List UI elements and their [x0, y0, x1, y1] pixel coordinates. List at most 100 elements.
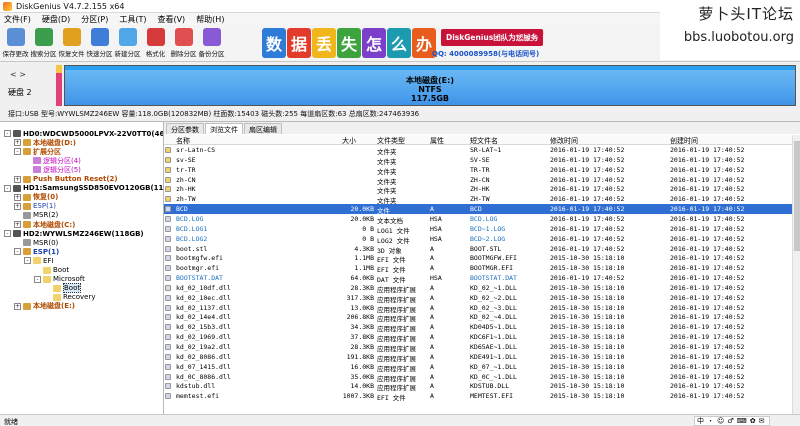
toolbar-button-6[interactable]: 删除分区 — [170, 25, 197, 59]
table-row[interactable]: sv-SE 文件夹 SV-SE 2016-01-19 17:40:52 2016-01-… — [164, 155, 794, 166]
cell-mtime: 2015-10-30 15:18:10 — [550, 303, 625, 312]
table-row[interactable]: kd_02_8086.dll 191.8KB 应用程序扩展 A KDE491~1.DLL… — [164, 352, 794, 363]
table-row[interactable]: tr-TR 文件夹 TR-TR 2016-01-19 17:40:52 2016-01-… — [164, 165, 794, 176]
table-row[interactable]: kd_02_15b3.dll 34.3KB 应用程序扩展 A KD04D5~1.DLL 2… — [164, 322, 794, 333]
table-row[interactable]: bootmgfw.efi 1.1MB EFI 文件 A BOOTMGFW.EFI 2015… — [164, 253, 794, 264]
partition-size: 117.5GB — [411, 94, 449, 103]
ime-icon-1[interactable]: ・ — [707, 416, 714, 426]
tree-node[interactable]: + 恢复(0) — [14, 193, 58, 202]
ime-icon-0[interactable]: 中 — [697, 416, 704, 426]
table-row[interactable]: zh-HK 文件夹 ZH-HK 2016-01-19 17:40:52 2016-01-… — [164, 184, 794, 195]
table-row[interactable]: BCD 20.0KB 文件 A BCD 2016-01-19 17:40:52 2016-0… — [164, 204, 794, 215]
tree-node[interactable]: - EFI — [24, 256, 54, 265]
menu-item-5[interactable]: 帮助(H) — [196, 14, 224, 25]
menu-item-2[interactable]: 分区(P) — [81, 14, 108, 25]
table-row[interactable]: BOOTSTAT.DAT 64.0KB DAT 文件 HSA BOOTSTAT.DAT 2… — [164, 273, 794, 284]
expand-toggle-icon[interactable]: - — [4, 184, 11, 192]
ad-banner[interactable]: 数据丢失怎么办 DiskGenius团队为您服务 电话: 400-008-995… — [262, 25, 560, 61]
toolbar-button-1[interactable]: 搜索分区 — [30, 25, 57, 59]
file-icon — [165, 304, 171, 311]
table-row[interactable]: BCD.LOG2 0 B LOG2 文件 HSA BCD~2.LOG 2016-01-19… — [164, 234, 794, 245]
expand-toggle-icon[interactable]: + — [14, 139, 21, 147]
disk-nav-arrows[interactable]: < > — [10, 70, 26, 79]
tree-node[interactable]: MSR(0) — [14, 238, 58, 247]
expand-toggle-icon[interactable]: - — [34, 275, 41, 283]
tree-node[interactable]: - ESP(1) — [14, 247, 59, 256]
partition-msr-block[interactable] — [56, 65, 62, 73]
small-partition-strip[interactable] — [56, 65, 62, 106]
table-row[interactable]: kdstub.dll 14.0KB 应用程序扩展 A KDSTUB.DLL 2015-10… — [164, 381, 794, 392]
partition-fs: NTFS — [418, 85, 442, 94]
cell-name: sv-SE — [176, 155, 196, 164]
toolbar-button-4[interactable]: 新建分区 — [114, 25, 141, 59]
ime-icon-4[interactable]: ⌨ — [737, 417, 747, 425]
tree-node[interactable]: - HD2:WYWLSMZ246EW(118GB) — [4, 229, 144, 238]
table-row[interactable]: kd_07_1415.dll 16.0KB 应用程序扩展 A KD_07_~1.DLL 2… — [164, 362, 794, 373]
ime-icon-5[interactable]: ✿ — [750, 417, 756, 425]
partition-esp-block[interactable] — [56, 73, 62, 106]
table-row[interactable]: kd_0C_8086.dll 35.0KB 应用程序扩展 A KD_0C_~1.DLL 2… — [164, 372, 794, 383]
expand-toggle-icon[interactable]: + — [14, 175, 21, 183]
cell-ctime: 2016-01-19 17:40:52 — [670, 214, 745, 223]
menu-item-0[interactable]: 文件(F) — [4, 14, 31, 25]
table-row[interactable]: kd_02_10ec.dll 317.3KB 应用程序扩展 A KD_02_~2.DLL… — [164, 293, 794, 304]
toolbar-button-2[interactable]: 恢复文件 — [58, 25, 85, 59]
cell-name: BCD.LOG — [176, 214, 204, 223]
partition-bar-e[interactable]: 本地磁盘(E:) NTFS 117.5GB — [64, 65, 796, 106]
ime-toolbar[interactable]: 中・ ☺ ♂ ⌨ ✿ ✉ — [694, 416, 771, 426]
tree-node[interactable]: 逻辑分区(5) — [24, 165, 81, 174]
toolbar-button-3[interactable]: 快速分区 — [86, 25, 113, 59]
table-row[interactable]: kd_02_1137.dll 13.0KB 应用程序扩展 A KD_02_~3.DLL 2… — [164, 303, 794, 314]
ime-icon-6[interactable]: ✉ — [759, 417, 765, 425]
expand-toggle-icon[interactable]: - — [4, 230, 11, 238]
cell-mtime: 2016-01-19 17:40:52 — [550, 205, 625, 214]
tab-2[interactable]: 扇区编辑 — [244, 123, 282, 134]
cell-short: KD_02_~3.DLL — [470, 303, 517, 312]
disk-tree[interactable]: -HD0:WDCWD5000LPVX-22V0TT0(466GB)+本地磁盘(D… — [0, 121, 164, 414]
vertical-scrollbar[interactable] — [792, 135, 800, 415]
file-list[interactable]: sr-Latn-CS 文件夹 SR-LAT~1 2016-01-19 17:40:52… — [164, 145, 800, 415]
menu-item-1[interactable]: 硬盘(D) — [42, 14, 70, 25]
tab-1[interactable]: 浏览文件 — [205, 123, 243, 134]
table-row[interactable]: kd_02_1969.dll 37.8KB 应用程序扩展 A KDC6F1~1.DLL 2… — [164, 332, 794, 343]
tree-node[interactable]: + ESP(1) — [14, 202, 56, 211]
window-title: DiskGenius V4.7.2.155 x64 — [16, 1, 125, 11]
expand-toggle-icon[interactable]: + — [14, 302, 21, 310]
tree-node[interactable]: + 本地磁盘(E:) — [14, 302, 75, 311]
tab-0[interactable]: 分区参数 — [166, 123, 204, 134]
table-row[interactable]: kd_02_19a2.dll 28.3KB 应用程序扩展 A KD65AE~1.DLL 2… — [164, 342, 794, 353]
tree-node[interactable]: - HD0:WDCWD5000LPVX-22V0TT0(466GB) — [4, 129, 163, 138]
cell-size: 1007.3KB — [342, 392, 374, 401]
table-row[interactable]: bootmgr.efi 1.1MB EFI 文件 A BOOTMGR.EFI 2015-1… — [164, 263, 794, 274]
tree-node[interactable]: + 本地磁盘(C:) — [14, 220, 75, 229]
ime-icon-3[interactable]: ♂ — [727, 417, 733, 425]
table-row[interactable]: sr-Latn-CS 文件夹 SR-LAT~1 2016-01-19 17:40:52… — [164, 145, 794, 156]
expand-toggle-icon[interactable]: + — [14, 221, 21, 228]
expand-toggle-icon[interactable]: + — [14, 193, 21, 201]
table-row[interactable]: zh-CN 文件夹 ZH-CN 2016-01-19 17:40:52 2016-01-… — [164, 175, 794, 186]
toolbar-button-5[interactable]: 格式化 — [142, 25, 169, 59]
expand-toggle-icon[interactable]: - — [14, 148, 21, 156]
toolbar-button-0[interactable]: 保存更改 — [2, 25, 29, 59]
table-row[interactable]: BCD.LOG 20.0KB 文本文档 HSA BCD.LOG 2016-01-19 17… — [164, 214, 794, 225]
cell-name: BCD.LOG2 — [176, 234, 208, 243]
tree-node[interactable]: Boot — [44, 283, 82, 294]
expand-toggle-icon[interactable]: + — [14, 202, 21, 210]
toolbar-button-7[interactable]: 备份分区 — [198, 25, 225, 59]
expand-toggle-icon[interactable]: - — [24, 257, 31, 265]
tree-node[interactable]: + Push Button Reset(2) — [14, 175, 118, 184]
table-row[interactable]: kd_02_14e4.dll 206.8KB 应用程序扩展 A KD_02_~4.DLL… — [164, 312, 794, 323]
ime-icon-2[interactable]: ☺ — [717, 417, 724, 425]
table-row[interactable]: kd_02_10df.dll 28.3KB 应用程序扩展 A KD_02_~1.DLL 2… — [164, 283, 794, 294]
table-row[interactable]: boot.stl 4.3KB 3D 对象 A BOOT.STL 2016-01-19 17… — [164, 244, 794, 255]
table-row[interactable]: memtest.efi 1007.3KB EFI 文件 A MEMTEST.EFI 201… — [164, 391, 794, 402]
menu-item-3[interactable]: 工具(T) — [119, 14, 146, 25]
menu-item-4[interactable]: 查看(V) — [157, 14, 185, 25]
expand-toggle-icon[interactable]: - — [4, 130, 11, 137]
tree-node[interactable]: - HD1:SamsungSSD850EVO120GB(112GB) — [4, 184, 163, 193]
expand-toggle-icon[interactable]: - — [14, 248, 21, 256]
table-row[interactable]: BCD.LOG1 0 B LOG1 文件 HSA BCD~1.LOG 2016-01-19… — [164, 224, 794, 235]
scrollbar-thumb[interactable] — [794, 141, 800, 251]
tree-node[interactable]: Boot — [34, 266, 69, 275]
table-row[interactable]: zh-TW 文件夹 ZH-TW 2016-01-19 17:40:52 2016-01-… — [164, 194, 794, 205]
